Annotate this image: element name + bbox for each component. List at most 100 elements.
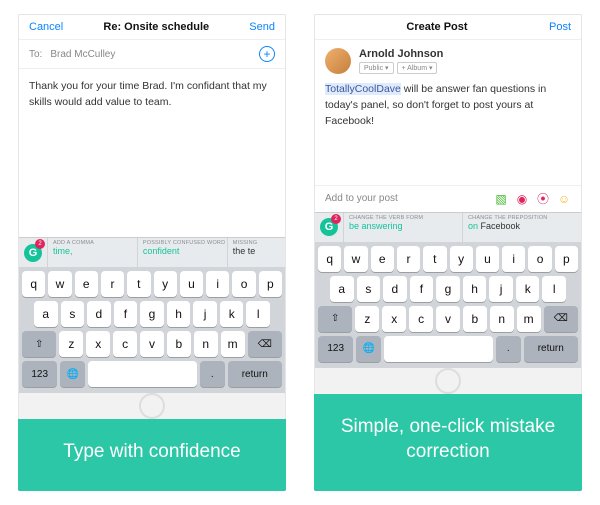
key-i[interactable]: i [502, 246, 525, 272]
key-b[interactable]: b [463, 306, 487, 332]
key-x[interactable]: x [382, 306, 406, 332]
keyboard-area: G 2 ADD A COMMA time, POSSIBLY CONFUSED … [19, 237, 285, 393]
period-key[interactable]: . [200, 361, 225, 387]
key-f[interactable]: f [114, 301, 138, 327]
backspace-key[interactable]: ⌫ [248, 331, 282, 357]
key-c[interactable]: c [409, 306, 433, 332]
email-body[interactable]: Thank you for your time Brad. I'm confid… [19, 69, 285, 237]
space-key[interactable] [384, 336, 493, 362]
key-w[interactable]: w [48, 271, 71, 297]
grammarly-badge[interactable]: G 2 [315, 213, 343, 242]
space-key[interactable] [88, 361, 197, 387]
post-nav: Create Post Post [315, 15, 581, 40]
key-j[interactable]: j [489, 276, 513, 302]
error-count: 2 [35, 239, 45, 249]
key-o[interactable]: o [232, 271, 255, 297]
numbers-key[interactable]: 123 [318, 336, 353, 362]
key-u[interactable]: u [180, 271, 203, 297]
backspace-key[interactable]: ⌫ [544, 306, 578, 332]
key-g[interactable]: g [140, 301, 164, 327]
key-a[interactable]: a [330, 276, 354, 302]
suggestion-2[interactable]: CHANGE THE PREPOSITION on Facebook [462, 213, 581, 242]
key-n[interactable]: n [194, 331, 218, 357]
shift-key[interactable]: ⇧ [22, 331, 56, 357]
suggestion-3[interactable]: MISSING the te [227, 238, 285, 267]
post-body[interactable]: TotallyCoolDave will be answer fan quest… [315, 82, 581, 137]
key-l[interactable]: l [246, 301, 270, 327]
post-button[interactable]: Post [549, 21, 571, 33]
send-button[interactable]: Send [249, 21, 275, 33]
key-p[interactable]: p [555, 246, 578, 272]
key-h[interactable]: h [463, 276, 487, 302]
home-button[interactable] [435, 368, 461, 394]
key-u[interactable]: u [476, 246, 499, 272]
return-key[interactable]: return [228, 361, 283, 387]
suggestion-2[interactable]: POSSIBLY CONFUSED WORD confident [137, 238, 227, 267]
key-k[interactable]: k [516, 276, 540, 302]
key-v[interactable]: v [140, 331, 164, 357]
mention-highlight: TotallyCoolDave [325, 83, 401, 95]
key-t[interactable]: t [127, 271, 150, 297]
key-z[interactable]: z [355, 306, 379, 332]
key-s[interactable]: s [61, 301, 85, 327]
key-p[interactable]: p [259, 271, 282, 297]
shift-key[interactable]: ⇧ [318, 306, 352, 332]
home-button[interactable] [139, 393, 165, 419]
key-e[interactable]: e [75, 271, 98, 297]
key-m[interactable]: m [517, 306, 541, 332]
key-r[interactable]: r [101, 271, 124, 297]
key-w[interactable]: w [344, 246, 367, 272]
promo-panel-left: Cancel Re: Onsite schedule Send To: Brad… [18, 14, 286, 491]
numbers-key[interactable]: 123 [22, 361, 57, 387]
period-key[interactable]: . [496, 336, 521, 362]
key-k[interactable]: k [220, 301, 244, 327]
grammarly-badge[interactable]: G 2 [19, 238, 47, 267]
email-subject: Re: Onsite schedule [103, 21, 209, 33]
key-c[interactable]: c [113, 331, 137, 357]
album-pill[interactable]: + Album ▾ [397, 62, 438, 74]
avatar [325, 48, 351, 74]
key-g[interactable]: g [436, 276, 460, 302]
key-h[interactable]: h [167, 301, 191, 327]
key-r[interactable]: r [397, 246, 420, 272]
globe-key[interactable]: 🌐 [60, 361, 85, 387]
key-d[interactable]: d [383, 276, 407, 302]
cancel-button[interactable]: Cancel [29, 21, 63, 33]
key-a[interactable]: a [34, 301, 58, 327]
key-m[interactable]: m [221, 331, 245, 357]
key-i[interactable]: i [206, 271, 229, 297]
key-y[interactable]: y [450, 246, 473, 272]
key-l[interactable]: l [542, 276, 566, 302]
add-recipient-button[interactable]: + [259, 46, 275, 62]
recipient-name: Brad McCulley [50, 49, 259, 60]
key-t[interactable]: t [423, 246, 446, 272]
suggestion-1[interactable]: ADD A COMMA time, [47, 238, 137, 267]
key-q[interactable]: q [22, 271, 45, 297]
key-y[interactable]: y [154, 271, 177, 297]
photo-icon[interactable]: ▧ [494, 192, 508, 206]
video-icon[interactable]: ◉ [515, 192, 529, 206]
key-n[interactable]: n [490, 306, 514, 332]
emoji-icon[interactable]: ☺ [557, 192, 571, 206]
key-o[interactable]: o [528, 246, 551, 272]
email-nav: Cancel Re: Onsite schedule Send [19, 15, 285, 40]
key-d[interactable]: d [87, 301, 111, 327]
key-x[interactable]: x [86, 331, 110, 357]
key-b[interactable]: b [167, 331, 191, 357]
key-v[interactable]: v [436, 306, 460, 332]
suggestion-1[interactable]: CHANGE THE VERB FORM be answering [343, 213, 462, 242]
key-j[interactable]: j [193, 301, 217, 327]
add-to-post-row[interactable]: Add to your post ▧ ◉ ⦿ ☺ [315, 185, 581, 212]
globe-key[interactable]: 🌐 [356, 336, 381, 362]
key-s[interactable]: s [357, 276, 381, 302]
to-row: To: Brad McCulley + [19, 40, 285, 69]
key-f[interactable]: f [410, 276, 434, 302]
key-z[interactable]: z [59, 331, 83, 357]
keyboard-area: G 2 CHANGE THE VERB FORM be answering CH… [315, 212, 581, 368]
return-key[interactable]: return [524, 336, 579, 362]
key-q[interactable]: q [318, 246, 341, 272]
key-e[interactable]: e [371, 246, 394, 272]
audience-pill[interactable]: Public ▾ [359, 62, 394, 74]
location-icon[interactable]: ⦿ [536, 192, 550, 206]
error-count: 2 [331, 214, 341, 224]
